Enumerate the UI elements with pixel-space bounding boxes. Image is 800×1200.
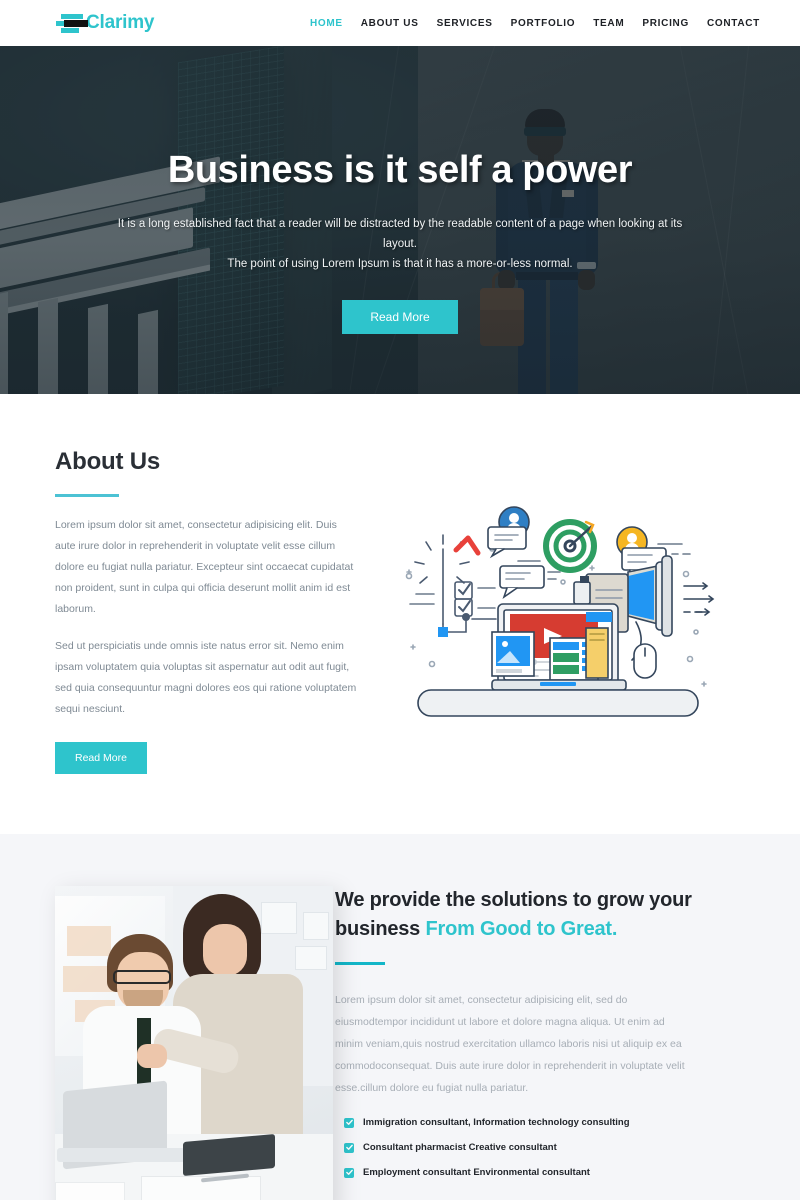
solutions-title-highlight: From Good to Great.: [425, 918, 618, 940]
nav-item-services[interactable]: SERVICES: [437, 18, 493, 29]
nav-item-about-us[interactable]: ABOUT US: [361, 18, 419, 29]
checklist-item-label: Consultant pharmacist Creative consultan…: [363, 1142, 557, 1154]
checklist-item-label: Immigration consultant, Information tech…: [363, 1117, 630, 1129]
nav-item-home[interactable]: HOME: [310, 18, 343, 29]
hero-subtitle-line-1: It is a long established fact that a rea…: [117, 218, 683, 251]
checklist-item: Immigration consultant, Information tech…: [335, 1117, 760, 1128]
hero-read-more-button[interactable]: Read More: [342, 300, 458, 335]
about-section: About Us Lorem ipsum dolor sit amet, con…: [0, 394, 800, 834]
solutions-checklist: Immigration consultant, Information tech…: [335, 1117, 760, 1178]
solutions-section: We provide the solutions to grow your bu…: [0, 834, 800, 1200]
main-nav: HOME ABOUT US SERVICES PORTFOLIO TEAM PR…: [310, 18, 760, 29]
nav-item-portfolio[interactable]: PORTFOLIO: [511, 18, 576, 29]
about-paragraph-1: Lorem ipsum dolor sit amet, consectetur …: [55, 519, 354, 615]
stacked-bars-logo-icon: [55, 12, 88, 34]
solutions-title: We provide the solutions to grow your bu…: [335, 886, 760, 944]
logo[interactable]: Clarimy: [55, 12, 155, 34]
solutions-paragraph: Lorem ipsum dolor sit amet, consectetur …: [335, 994, 685, 1095]
office-team-photo: [55, 886, 333, 1200]
about-title-underline: [55, 494, 119, 497]
check-icon: [344, 1117, 354, 1128]
hero-subtitle: It is a long established fact that a rea…: [110, 214, 690, 274]
about-paragraph-2: Sed ut perspiciatis unde omnis iste natu…: [55, 640, 357, 715]
about-title: About Us: [55, 448, 161, 475]
hero-banner: Business is it self a power It is a long…: [0, 46, 800, 394]
nav-item-contact[interactable]: CONTACT: [707, 18, 760, 29]
hero-subtitle-line-2: The point of using Lorem Ipsum is that i…: [227, 258, 573, 271]
nav-item-pricing[interactable]: PRICING: [642, 18, 689, 29]
checklist-item: Consultant pharmacist Creative consultan…: [335, 1142, 760, 1153]
about-read-more-button[interactable]: Read More: [55, 742, 147, 774]
digital-marketing-illustration: [405, 505, 715, 717]
logo-text: Clarimy: [86, 12, 155, 33]
checklist-item-label: Employment consultant Environmental cons…: [363, 1167, 590, 1179]
solutions-title-underline: [335, 962, 385, 965]
checklist-item: Employment consultant Environmental cons…: [335, 1167, 760, 1178]
check-icon: [344, 1167, 354, 1178]
site-header: Clarimy HOME ABOUT US SERVICES PORTFOLIO…: [0, 0, 800, 46]
nav-item-team[interactable]: TEAM: [593, 18, 624, 29]
check-icon: [344, 1142, 354, 1153]
hero-title: Business is it self a power: [167, 149, 633, 191]
